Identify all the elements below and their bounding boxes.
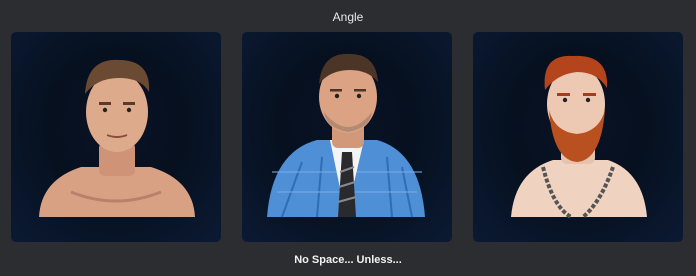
wrestler-card-2[interactable] [242, 32, 452, 242]
caption-text: No Space... Unless... [294, 254, 402, 266]
page-title: Angle [332, 10, 364, 24]
wrestler-portrait-1 [39, 59, 195, 217]
wrestler-portrait-3 [511, 55, 647, 219]
wrestler-card-1[interactable] [11, 32, 221, 242]
wrestler-card-3[interactable] [473, 32, 683, 242]
wrestler-portrait-2 [267, 53, 425, 218]
